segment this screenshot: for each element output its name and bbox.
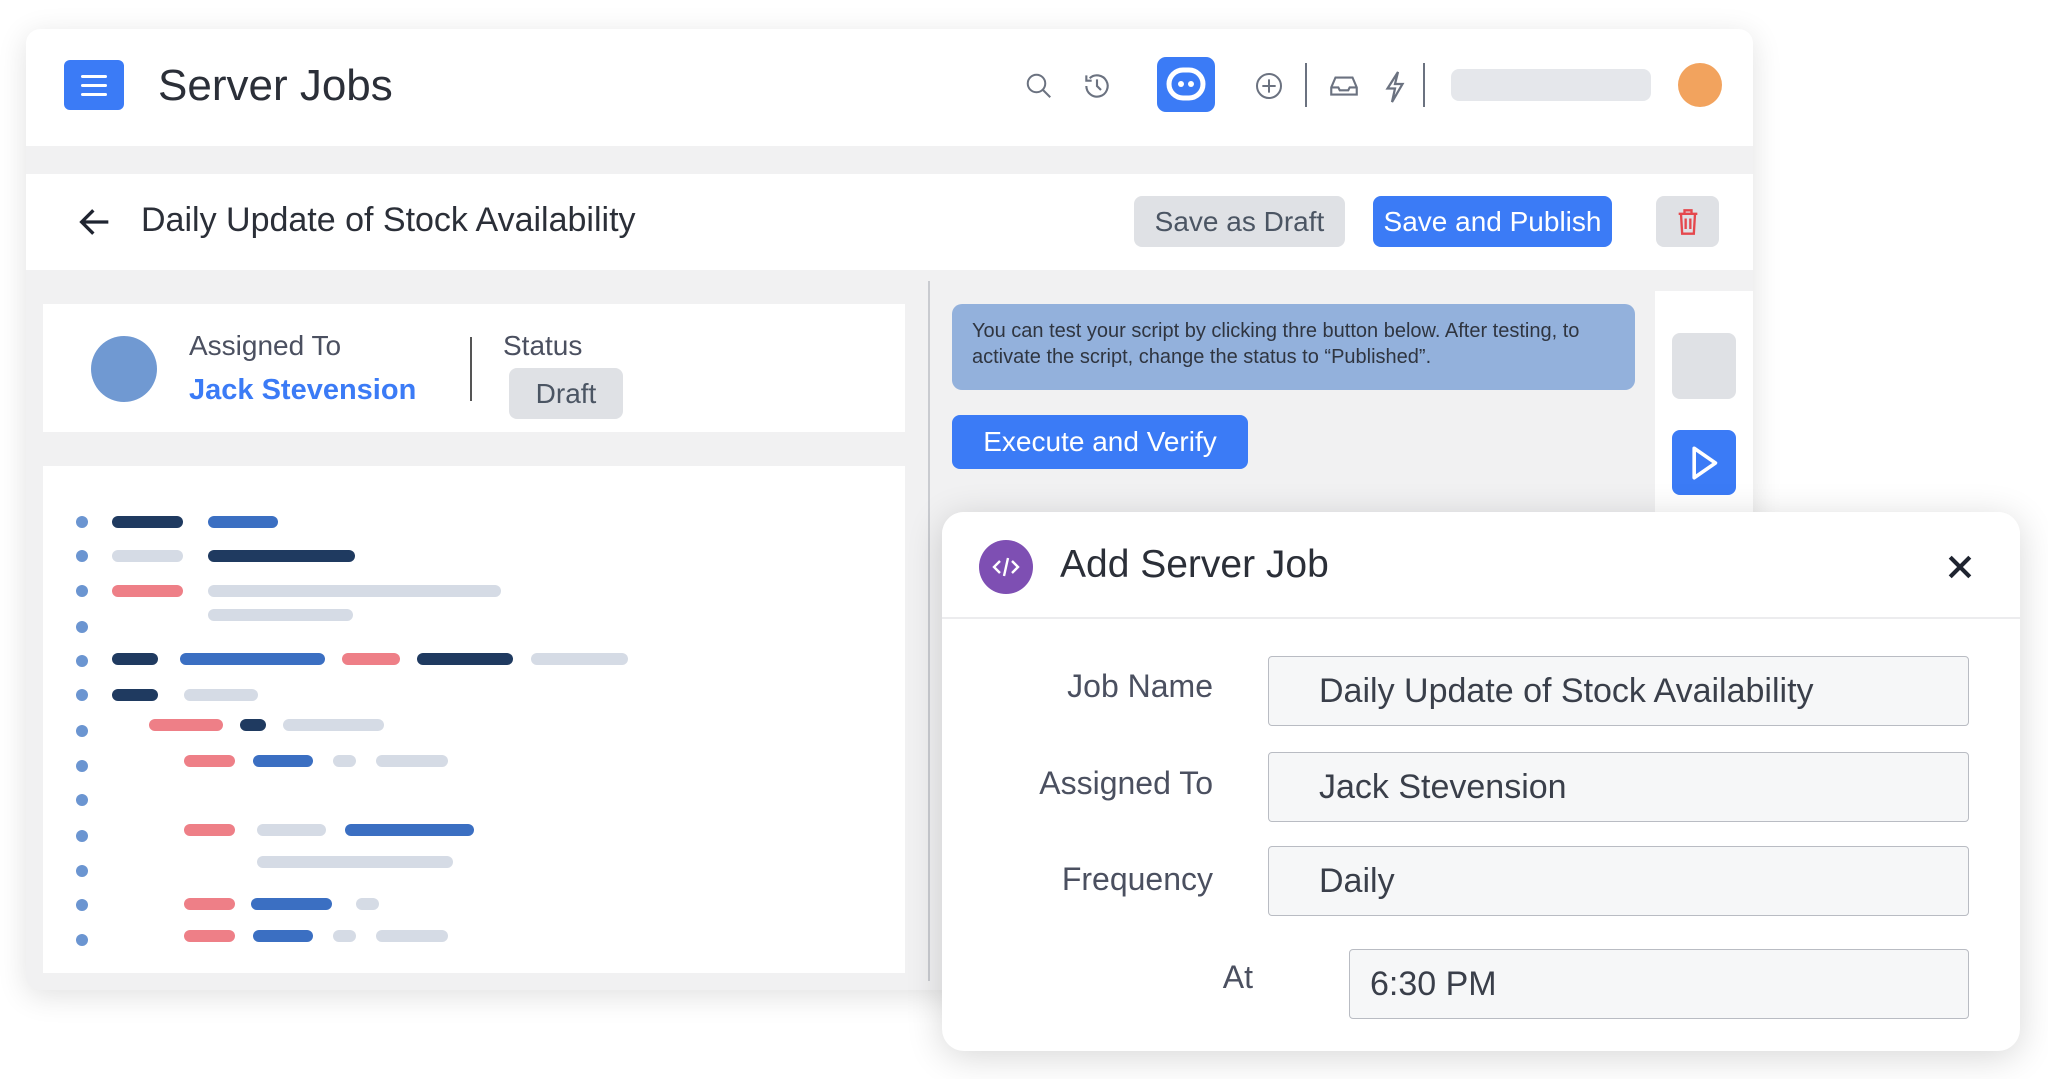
frequency-select[interactable]: Daily [1268,846,1969,916]
delete-button[interactable] [1656,196,1719,247]
code-token [283,719,384,731]
job-name-label: Job Name [953,668,1213,705]
code-line-bullet [76,794,88,806]
save-as-draft-button[interactable]: Save as Draft [1134,196,1345,247]
code-token [345,824,474,836]
code-token [208,609,353,621]
code-token [208,516,279,528]
toolbar-divider [1305,63,1307,107]
code-token [333,755,357,767]
inbox-icon[interactable] [1326,69,1362,103]
code-token [112,516,183,528]
add-server-job-dialog: Add Server Job Job Name Daily Update of … [942,512,2020,1051]
code-token [257,856,453,868]
code-token [180,653,325,665]
test-info-message: You can test your script by clicking thr… [952,304,1635,390]
frequency-label: Frequency [953,861,1213,898]
app-title: Server Jobs [158,61,393,111]
code-token [184,755,235,767]
code-token [257,824,326,836]
at-label: At [993,959,1253,996]
code-token [184,689,258,701]
code-line-bullet [76,655,88,667]
code-token [253,930,313,942]
assignee-link[interactable]: Jack Stevension [189,374,416,407]
save-and-publish-button[interactable]: Save and Publish [1373,196,1612,247]
status-label: Status [503,330,582,362]
run-button[interactable] [1672,430,1736,495]
code-token [417,653,514,665]
search-icon[interactable] [1024,71,1054,101]
dialog-header: Add Server Job [942,512,2020,619]
top-bar: Server Jobs [26,29,1753,146]
assigned-to-label: Assigned To [953,765,1213,802]
menu-button[interactable] [64,60,124,110]
code-line-bullet [76,516,88,528]
toolbar-divider [1423,63,1425,107]
code-line-bullet [76,550,88,562]
script-code-preview [43,466,905,973]
execute-and-verify-button[interactable]: Execute and Verify [952,415,1248,469]
close-icon[interactable] [1946,553,1974,581]
code-line-bullet [76,585,88,597]
back-arrow-icon[interactable] [74,202,116,242]
code-token [253,755,313,767]
code-token [184,824,235,836]
code-token [376,755,448,767]
code-line-bullet [76,689,88,701]
side-tool-button[interactable] [1672,333,1736,399]
bot-button[interactable] [1157,57,1215,112]
code-token [251,898,332,910]
code-token [184,930,235,942]
code-token [112,585,183,597]
code-token [356,898,378,910]
code-token [112,550,183,562]
code-token [184,898,235,910]
code-line-bullet [76,621,88,633]
code-token [112,689,158,701]
search-bar-placeholder[interactable] [1451,69,1651,101]
code-line-bullet [76,830,88,842]
dialog-title: Add Server Job [1060,543,1329,587]
divider [470,337,472,401]
code-token [208,585,502,597]
code-token [333,930,357,942]
job-name-input[interactable]: Daily Update of Stock Availability [1268,656,1969,726]
code-token [208,550,356,562]
history-icon[interactable] [1081,70,1113,102]
code-token [149,719,223,731]
assignee-avatar [91,336,157,402]
assigned-to-label: Assigned To [189,330,341,362]
code-token [112,653,158,665]
time-input[interactable]: 6:30 PM [1349,949,1969,1019]
user-avatar[interactable] [1678,63,1722,107]
bolt-icon[interactable] [1382,69,1408,105]
code-line-bullet [76,934,88,946]
code-line-bullet [76,899,88,911]
job-header: Daily Update of Stock Availability Save … [26,174,1753,270]
code-token [376,930,448,942]
assigned-to-input[interactable]: Jack Stevension [1268,752,1969,822]
trash-icon [1676,208,1700,236]
code-token [240,719,266,731]
add-icon[interactable] [1253,70,1285,102]
code-line-bullet [76,725,88,737]
job-title: Daily Update of Stock Availability [141,201,636,240]
status-badge[interactable]: Draft [509,368,623,419]
code-line-bullet [76,865,88,877]
code-token [531,653,628,665]
code-icon [979,540,1033,594]
assignment-card: Assigned To Jack Stevension Status Draft [43,304,905,432]
bot-icon [1157,57,1215,112]
play-icon [1687,445,1721,481]
side-tool-strip [1655,291,1753,531]
code-line-bullet [76,760,88,772]
panel-divider [928,281,930,981]
code-token [342,653,399,665]
